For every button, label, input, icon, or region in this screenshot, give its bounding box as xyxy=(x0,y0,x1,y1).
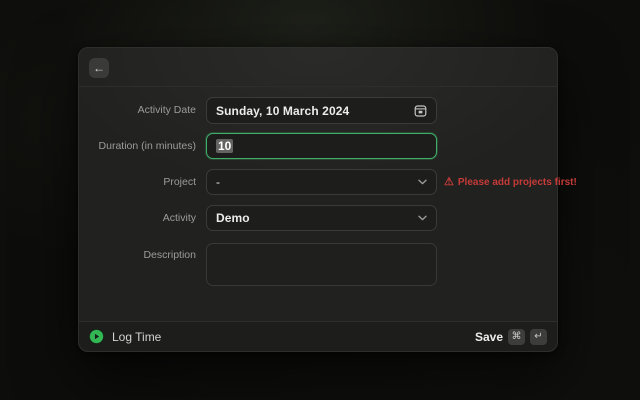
chevron-down-icon xyxy=(418,179,427,185)
project-label: Project xyxy=(79,176,196,188)
save-button[interactable]: Save ⌘ ↵ xyxy=(475,329,547,345)
back-button[interactable]: ← xyxy=(89,58,109,78)
warning-icon: ⚠ xyxy=(444,177,454,188)
project-value: - xyxy=(216,175,220,189)
duration-value: 10 xyxy=(216,139,233,153)
activity-date-value: Sunday, 10 March 2024 xyxy=(216,104,349,118)
desktop-background: ← Activity Date Sunday, 10 March 2024 Du… xyxy=(0,0,640,400)
command-key-icon: ⌘ xyxy=(508,329,525,345)
chevron-down-icon xyxy=(418,215,427,221)
description-textarea[interactable] xyxy=(206,243,437,286)
project-warning: ⚠ Please add projects first! xyxy=(444,169,577,196)
project-select[interactable]: - xyxy=(206,169,437,195)
log-time-title: Log Time xyxy=(112,330,161,344)
log-time-action: Log Time xyxy=(89,329,161,344)
dialog-footer: Log Time Save ⌘ ↵ xyxy=(79,321,557,351)
activity-select[interactable]: Demo xyxy=(206,205,437,231)
calendar-icon[interactable] xyxy=(414,104,427,117)
log-time-dialog: ← Activity Date Sunday, 10 March 2024 Du… xyxy=(78,47,558,352)
dialog-header: ← xyxy=(79,48,557,87)
activity-date-field[interactable]: Sunday, 10 March 2024 xyxy=(206,97,437,124)
play-icon xyxy=(89,329,104,344)
duration-input[interactable]: 10 xyxy=(206,133,437,159)
return-key-icon: ↵ xyxy=(530,329,547,345)
activity-value: Demo xyxy=(216,211,250,225)
warning-text: Please add projects first! xyxy=(458,177,577,188)
activity-label: Activity xyxy=(79,212,196,224)
duration-label: Duration (in minutes) xyxy=(79,140,196,152)
save-label: Save xyxy=(475,330,503,344)
description-label: Description xyxy=(79,249,196,261)
back-arrow-icon: ← xyxy=(93,61,105,75)
activity-date-label: Activity Date xyxy=(79,104,196,116)
